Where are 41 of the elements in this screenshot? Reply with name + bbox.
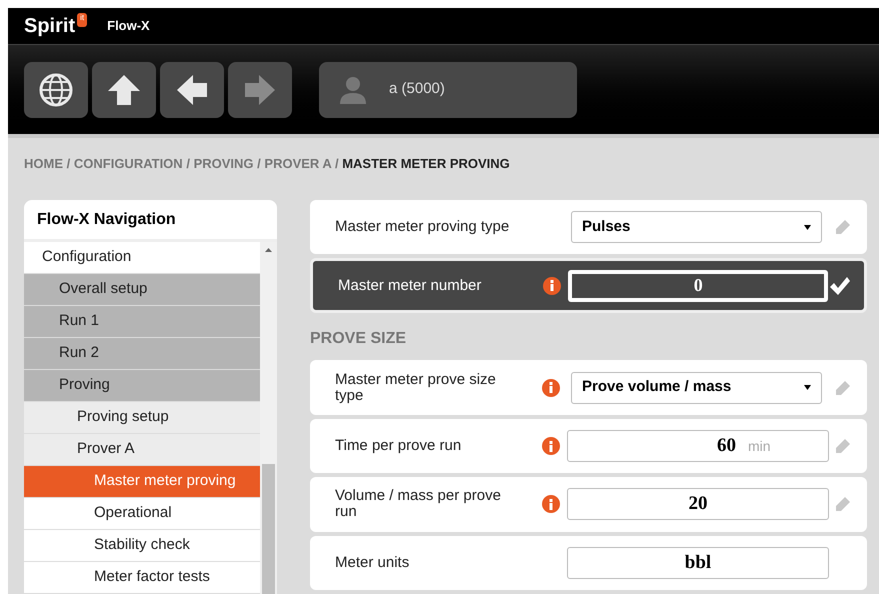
nav-item[interactable]: Run 2 — [24, 338, 260, 370]
unit-label: min — [748, 436, 772, 456]
scroll-up-icon[interactable] — [265, 248, 272, 252]
input-field[interactable]: 60 min — [567, 430, 829, 462]
breadcrumb-separator: / — [257, 156, 261, 171]
user-name: a (5000) — [389, 79, 445, 100]
toolbar-button[interactable] — [24, 62, 88, 118]
globe-icon — [38, 72, 74, 108]
nav-item[interactable]: Run 1 — [24, 306, 260, 338]
logo-badge: it — [77, 13, 88, 27]
dropdown[interactable]: Pulses — [571, 211, 822, 244]
nav-item[interactable]: Proving setup — [24, 402, 260, 434]
setting-label: Master meter prove size type — [335, 372, 497, 404]
breadcrumb-separator: / — [66, 156, 70, 171]
info-icon[interactable] — [543, 276, 562, 295]
checkmark-icon[interactable] — [829, 276, 852, 296]
setting-label: Meter units — [335, 554, 410, 571]
breadcrumb-separator: / — [334, 156, 339, 171]
dropdown[interactable]: Prove volume / mass — [571, 372, 822, 404]
toolbar-button[interactable] — [92, 62, 156, 118]
user-panel[interactable]: a (5000) — [319, 62, 577, 118]
scrollbar-thumb[interactable] — [262, 464, 275, 594]
setting-label: Time per prove run — [335, 438, 462, 454]
breadcrumb-current: MASTER METER PROVING — [342, 156, 510, 171]
section-heading: PROVE SIZE — [310, 328, 408, 349]
input-field[interactable]: bbl — [567, 546, 829, 579]
scrollbar[interactable] — [260, 242, 277, 594]
dropdown-caret-icon — [804, 385, 811, 390]
input-field[interactable]: 20 — [567, 488, 829, 520]
app-title: Flow-X — [107, 17, 150, 36]
nav-item[interactable]: Overall setup — [24, 274, 260, 306]
nav-item[interactable]: Master meter proving — [24, 466, 260, 498]
nav-item[interactable]: Proving — [24, 370, 260, 402]
setting-label: Volume / mass per prove run — [335, 488, 502, 520]
setting-label: Master meter proving type — [335, 219, 510, 236]
logo: Spirit — [24, 14, 76, 39]
toolbar-button[interactable] — [160, 62, 224, 118]
nav-item[interactable]: Prover A — [24, 434, 260, 466]
breadcrumb-separator: / — [186, 156, 190, 171]
setting-label: Master meter number — [338, 278, 482, 294]
dropdown-caret-icon — [804, 224, 811, 230]
